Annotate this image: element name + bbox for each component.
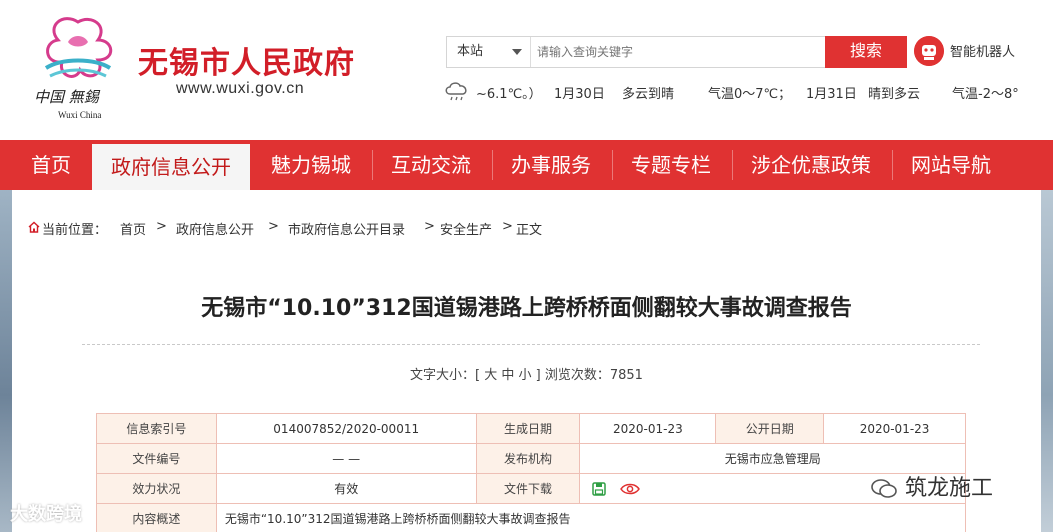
logo-chinese-text: 中国 無錫: [34, 88, 99, 106]
nav-divider: [732, 150, 733, 180]
table-label: 文件下载: [475, 473, 581, 504]
background-scenery: [1041, 190, 1053, 532]
nav-divider: [372, 150, 373, 180]
table-label: 效力状况: [96, 473, 217, 504]
table-label: 信息索引号: [96, 413, 217, 444]
watermark-right-text: 筑龙施工: [905, 476, 994, 501]
nav-item-site-map[interactable]: 网站导航: [894, 140, 1008, 190]
weather-day1-temp: 气温0～7℃；: [708, 87, 792, 102]
weather-day1-condition: 多云到晴: [622, 87, 675, 102]
watermark-right: 筑龙施工: [870, 470, 993, 502]
preview-eye-icon[interactable]: [620, 482, 641, 496]
table-value: 2020-01-23: [823, 413, 966, 444]
home-icon: [28, 221, 40, 233]
breadcrumb-home[interactable]: 首页: [120, 219, 146, 238]
breadcrumb-safety[interactable]: 安全生产: [440, 219, 492, 238]
nav-item-interaction[interactable]: 互动交流: [374, 140, 488, 190]
wechat-icon: [871, 479, 897, 498]
site-header: 中国 無錫 Wuxi China 无锡市人民政府 www.wuxi.gov.cn…: [0, 0, 1053, 140]
table-value: 有效: [215, 473, 477, 504]
weather-day1-date: 1月30日: [554, 87, 605, 102]
table-label: 生成日期: [475, 413, 581, 444]
table-label: 内容概述: [96, 503, 217, 532]
nav-item-enterprise-policy[interactable]: 涉企优惠政策: [734, 140, 888, 190]
weather-day2-condition: 晴到多云: [868, 87, 921, 102]
table-value: 无锡市“10.10”312国道锡港路上跨桥桥面侧翻较大事故调查报告: [215, 503, 967, 532]
site-url: www.wuxi.gov.cn: [176, 80, 305, 97]
breadcrumb-sep: >: [424, 219, 435, 234]
nav-item-topics[interactable]: 专题专栏: [614, 140, 728, 190]
table-row: 内容概述 无锡市“10.10”312国道锡港路上跨桥桥面侧翻较大事故调查报告: [96, 503, 967, 532]
weather-current: ~6.1℃。）: [476, 87, 542, 102]
breadcrumb-catalog[interactable]: 市政府信息公开目录: [288, 219, 405, 238]
nav-item-home[interactable]: 首页: [14, 140, 88, 190]
chevron-down-icon: [512, 49, 522, 55]
divider: [82, 344, 980, 345]
nav-item-gov-info[interactable]: 政府信息公开: [92, 144, 250, 190]
robot-label[interactable]: 智能机器人: [950, 41, 1015, 60]
search-scope-value: 本站: [457, 44, 484, 59]
weather-day2-temp: 气温-2～8°: [952, 87, 1019, 102]
table-row: 效力状况 有效 文件下载: [96, 473, 966, 504]
breadcrumb-sep: >: [502, 219, 513, 234]
table-value: 2020-01-23: [579, 413, 717, 444]
table-label: 公开日期: [715, 413, 825, 444]
table-row: 文件编号 — — 发布机构 无锡市应急管理局: [96, 443, 966, 474]
robot-icon[interactable]: [914, 36, 944, 66]
nav-divider: [612, 150, 613, 180]
breadcrumb-current: 正文: [516, 223, 543, 238]
background-scenery: [0, 190, 12, 532]
table-row: 信息索引号 014007852/2020-00011 生成日期 2020-01-…: [96, 413, 966, 444]
info-table: 信息索引号 014007852/2020-00011 生成日期 2020-01-…: [96, 413, 967, 532]
table-value: 014007852/2020-00011: [215, 413, 477, 444]
article-meta: 文字大小：[ 大 中 小 ] 浏览次数：7851: [410, 368, 643, 383]
table-value: 无锡市应急管理局: [579, 443, 966, 474]
page-title: 无锡市“10.10”312国道锡港路上跨桥桥面侧翻较大事故调查报告: [201, 296, 852, 321]
logo-english-text: Wuxi China: [58, 110, 102, 120]
nav-divider: [492, 150, 493, 180]
breadcrumb-gov-info[interactable]: 政府信息公开: [176, 219, 254, 238]
main-nav: 首页 政府信息公开 魅力锡城 互动交流 办事服务 专题专栏 涉企优惠政策 网站导…: [0, 140, 1053, 190]
cloud-rain-icon: [445, 82, 467, 101]
table-value: — —: [215, 443, 477, 474]
nav-item-charm-city[interactable]: 魅力锡城: [254, 140, 368, 190]
breadcrumb-sep: >: [156, 219, 167, 234]
site-title[interactable]: 无锡市人民政府: [138, 38, 355, 82]
nav-item-services[interactable]: 办事服务: [494, 140, 608, 190]
search-box: 本站 搜索: [446, 36, 907, 68]
breadcrumb-sep: >: [268, 219, 279, 234]
watermark-left: 大数跨境: [10, 504, 82, 525]
table-label: 发布机构: [475, 443, 581, 474]
table-label: 文件编号: [96, 443, 217, 474]
nav-divider: [892, 150, 893, 180]
breadcrumb-prefix: 当前位置：: [42, 223, 108, 238]
search-button[interactable]: 搜索: [825, 36, 907, 68]
search-input[interactable]: [533, 37, 823, 67]
search-scope-select[interactable]: 本站: [447, 37, 531, 67]
weather-day2-date: 1月31日: [806, 87, 857, 102]
download-file-icon[interactable]: [592, 482, 607, 496]
